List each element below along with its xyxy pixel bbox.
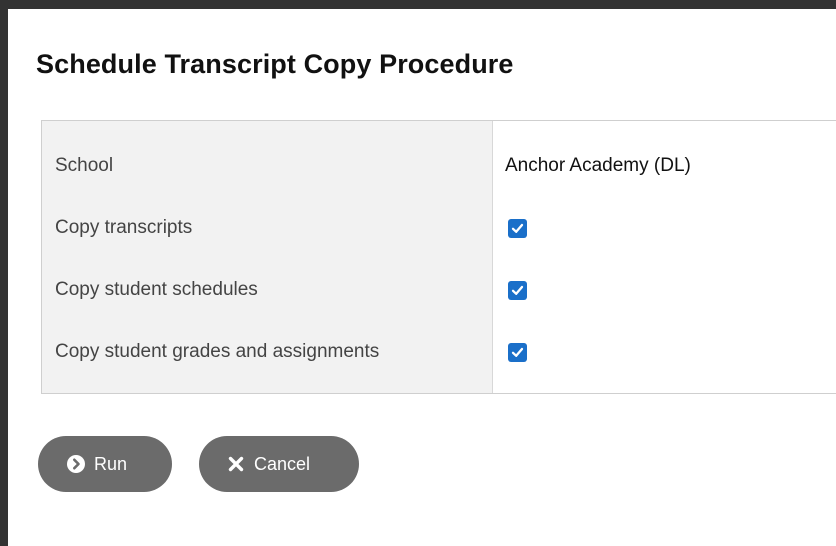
copy-schedules-label: Copy student schedules (55, 279, 258, 300)
page-title: Schedule Transcript Copy Procedure (36, 49, 514, 79)
run-button[interactable]: Run (38, 436, 172, 492)
check-icon (511, 285, 524, 295)
cancel-button[interactable]: Cancel (199, 436, 359, 492)
x-icon (228, 456, 244, 472)
school-value: Anchor Academy (DL) (505, 155, 691, 176)
chevron-right-circle-icon (67, 455, 85, 473)
copy-grades-checkbox[interactable] (508, 343, 527, 362)
run-button-label: Run (94, 453, 128, 474)
check-icon (511, 223, 524, 233)
copy-transcripts-label: Copy transcripts (55, 217, 193, 238)
procedure-form: School Anchor Academy (DL) Copy transcri… (41, 120, 836, 394)
cancel-button-label: Cancel (254, 453, 311, 474)
copy-grades-label: Copy student grades and assignments (55, 341, 380, 362)
copy-schedules-checkbox[interactable] (508, 281, 527, 300)
copy-transcripts-checkbox[interactable] (508, 219, 527, 238)
school-label: School (55, 155, 114, 176)
check-icon (511, 347, 524, 357)
procedure-dialog: Schedule Transcript Copy Procedure Schoo… (0, 0, 836, 546)
